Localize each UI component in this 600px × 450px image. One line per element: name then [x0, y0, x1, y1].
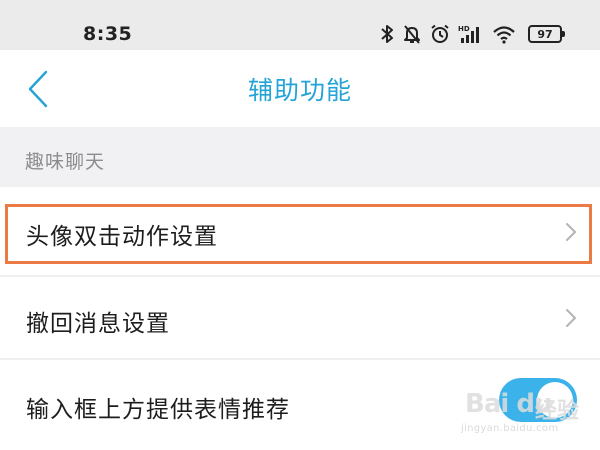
- setting-label: 撤回消息设置: [26, 311, 170, 337]
- chevron-left-icon: [28, 70, 48, 108]
- section-header: 趣味聊天: [0, 127, 600, 187]
- setting-label: 输入框上方提供表情推荐: [26, 397, 290, 423]
- battery-indicator: 97: [528, 25, 565, 43]
- bluetooth-icon: [381, 25, 393, 43]
- setting-label: 头像双击动作设置: [26, 224, 218, 250]
- alarm-icon: [431, 24, 449, 43]
- network-tag: HD: [458, 25, 470, 33]
- setting-row-recall-message[interactable]: 撤回消息设置: [0, 277, 600, 360]
- wifi-icon: [493, 26, 515, 44]
- status-icons: HD 97: [380, 22, 565, 46]
- hd-signal-icon: HD: [458, 25, 479, 43]
- page-title: 辅助功能: [247, 75, 352, 105]
- setting-row-avatar-double-tap[interactable]: 头像双击动作设置: [0, 187, 600, 277]
- chevron-right-icon: [566, 309, 576, 327]
- chevron-right-icon: [566, 223, 576, 241]
- back-button[interactable]: [20, 68, 56, 110]
- mute-bell-icon: [404, 25, 420, 44]
- status-time: 8:35: [83, 23, 133, 45]
- section-title: 趣味聊天: [25, 151, 106, 173]
- nav-bar: 辅助功能: [0, 50, 600, 127]
- status-bar: 8:35 HD 97: [0, 0, 600, 50]
- toggle-knob: [537, 382, 573, 418]
- emoji-suggestion-toggle[interactable]: [499, 378, 577, 422]
